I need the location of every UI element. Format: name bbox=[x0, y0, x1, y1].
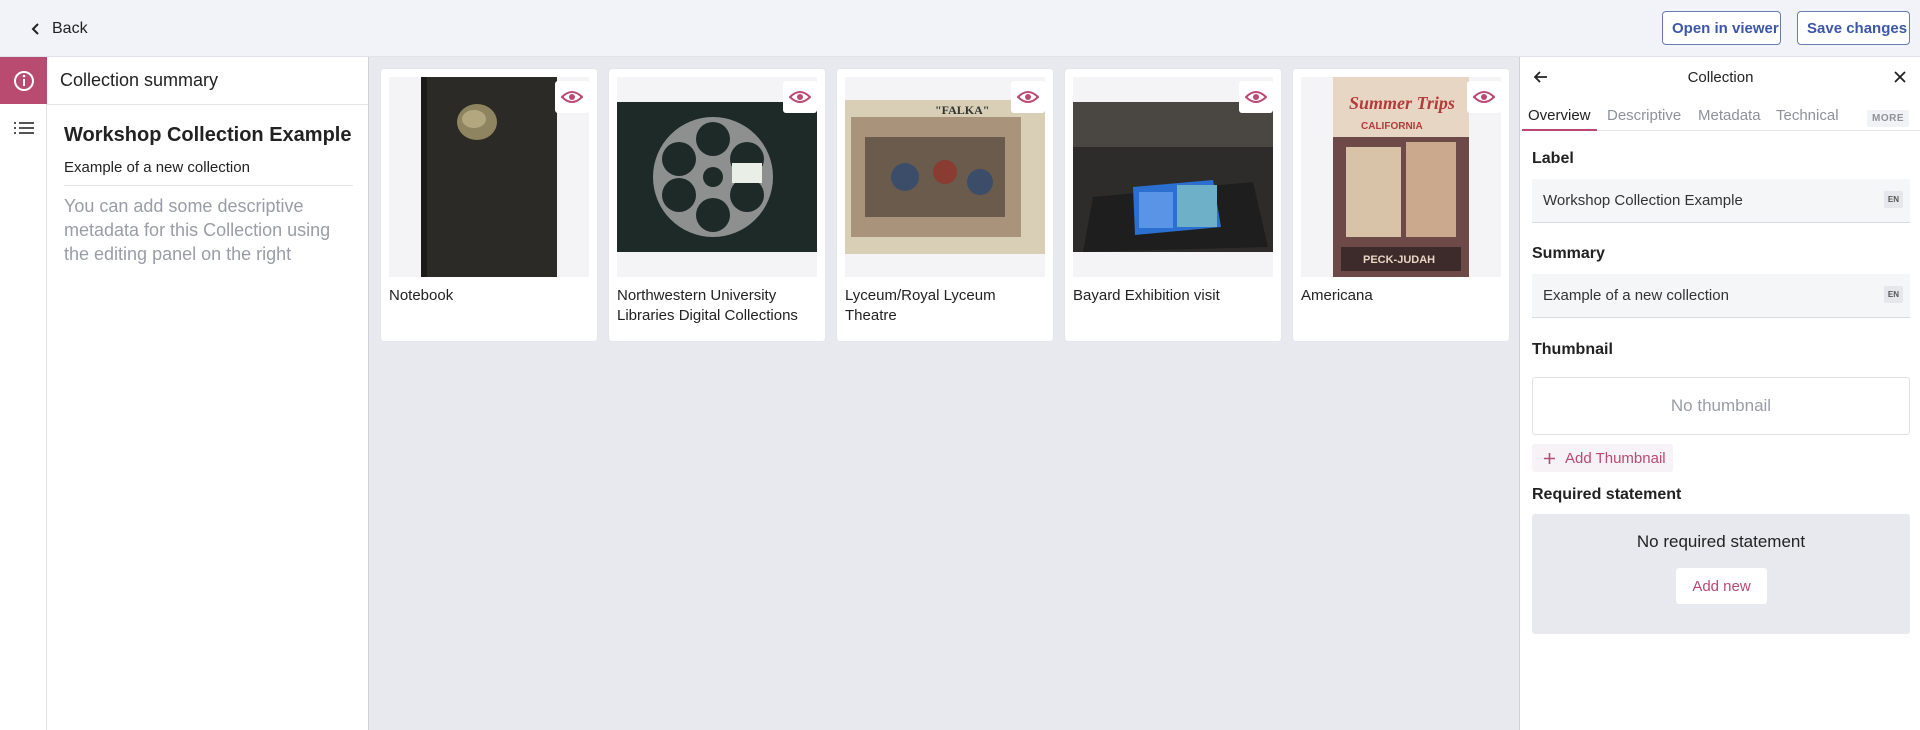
close-icon[interactable] bbox=[1893, 70, 1907, 89]
top-bar: Back Open in viewer Save changes bbox=[0, 0, 1920, 57]
collection-title: Workshop Collection Example bbox=[64, 124, 352, 146]
summary-hint: You can add some descriptive metadata fo… bbox=[64, 196, 331, 264]
label-value: Workshop Collection Example bbox=[1543, 192, 1743, 209]
add-thumbnail-button[interactable]: Add Thumbnail bbox=[1532, 444, 1673, 472]
poster-falka-text: "FALKA" bbox=[935, 103, 989, 117]
eye-icon[interactable] bbox=[555, 81, 589, 113]
item-label: Americana bbox=[1301, 287, 1373, 304]
list-icon bbox=[13, 121, 34, 134]
summary-header: Collection summary bbox=[47, 57, 368, 105]
plus-icon bbox=[1544, 452, 1555, 464]
open-in-viewer-button[interactable]: Open in viewer bbox=[1662, 11, 1781, 45]
eye-icon[interactable] bbox=[1467, 81, 1501, 113]
save-changes-button[interactable]: Save changes bbox=[1797, 11, 1910, 45]
eye-icon[interactable] bbox=[783, 81, 817, 113]
rail-item-info[interactable] bbox=[0, 57, 47, 104]
label-field[interactable]: Workshop Collection Example EN bbox=[1532, 179, 1910, 223]
collection-item-card[interactable]: Summer Trips CALIFORNIA PECK-JUDAH Ameri… bbox=[1293, 69, 1509, 341]
collection-item-card[interactable]: Northwestern University Libraries Digita… bbox=[609, 69, 825, 341]
tab-overview[interactable]: Overview bbox=[1522, 107, 1597, 131]
collection-item-card[interactable]: Bayard Exhibition visit bbox=[1065, 69, 1281, 341]
more-tabs-button[interactable]: MORE bbox=[1867, 110, 1909, 127]
poster-peck-text: PECK-JUDAH bbox=[1363, 254, 1435, 266]
thumbnail-heading: Thumbnail bbox=[1532, 341, 1613, 358]
collection-item-card[interactable]: "FALKA" Lyceum/Royal Lyceum Theatre bbox=[837, 69, 1053, 341]
panel-header: Collection bbox=[1520, 57, 1920, 99]
item-label: Bayard Exhibition visit bbox=[1073, 287, 1220, 304]
required-statement-empty: No required statement Add new bbox=[1532, 514, 1910, 634]
poster-california-text: CALIFORNIA bbox=[1361, 121, 1423, 132]
summary-value: Example of a new collection bbox=[1543, 287, 1729, 304]
no-required-statement: No required statement bbox=[1636, 532, 1806, 551]
back-button[interactable]: Back bbox=[30, 17, 88, 41]
tab-metadata[interactable]: Metadata bbox=[1698, 107, 1761, 131]
back-label: Back bbox=[52, 20, 88, 37]
summary-heading: Summary bbox=[1532, 245, 1605, 262]
chevron-left-icon bbox=[31, 23, 39, 35]
item-label: Lyceum/Royal Lyceum Theatre bbox=[845, 287, 996, 324]
eye-icon[interactable] bbox=[1011, 81, 1045, 113]
language-badge[interactable]: EN bbox=[1883, 286, 1903, 303]
panel-title: Collection bbox=[1687, 69, 1754, 86]
collection-item-card[interactable]: Notebook bbox=[381, 69, 597, 341]
tab-descriptive[interactable]: Descriptive bbox=[1607, 107, 1681, 131]
rail-item-list[interactable] bbox=[0, 104, 47, 151]
eye-icon[interactable] bbox=[1239, 81, 1273, 113]
thumbnail-empty: No thumbnail bbox=[1532, 377, 1910, 435]
item-label: Northwestern University Libraries Digita… bbox=[617, 287, 798, 324]
collection-edit-panel: Collection Overview Descriptive Metadata… bbox=[1519, 57, 1920, 730]
item-label: Notebook bbox=[389, 287, 454, 304]
summary-field[interactable]: Example of a new collection EN bbox=[1532, 274, 1910, 318]
poster-summer-text: Summer Trips bbox=[1349, 93, 1455, 113]
language-badge[interactable]: EN bbox=[1883, 191, 1903, 208]
collection-summary-panel: Collection summary Workshop Collection E… bbox=[47, 57, 369, 730]
required-statement-heading: Required statement bbox=[1532, 486, 1682, 503]
info-icon bbox=[13, 70, 34, 91]
collection-subtitle: Example of a new collection bbox=[64, 159, 353, 186]
add-new-button[interactable]: Add new bbox=[1676, 568, 1767, 604]
tab-technical[interactable]: Technical bbox=[1776, 107, 1839, 131]
left-rail bbox=[0, 57, 47, 730]
label-heading: Label bbox=[1532, 150, 1574, 167]
add-thumbnail-label: Add Thumbnail bbox=[1565, 449, 1666, 467]
panel-tabs: Overview Descriptive Metadata Technical … bbox=[1520, 99, 1920, 131]
